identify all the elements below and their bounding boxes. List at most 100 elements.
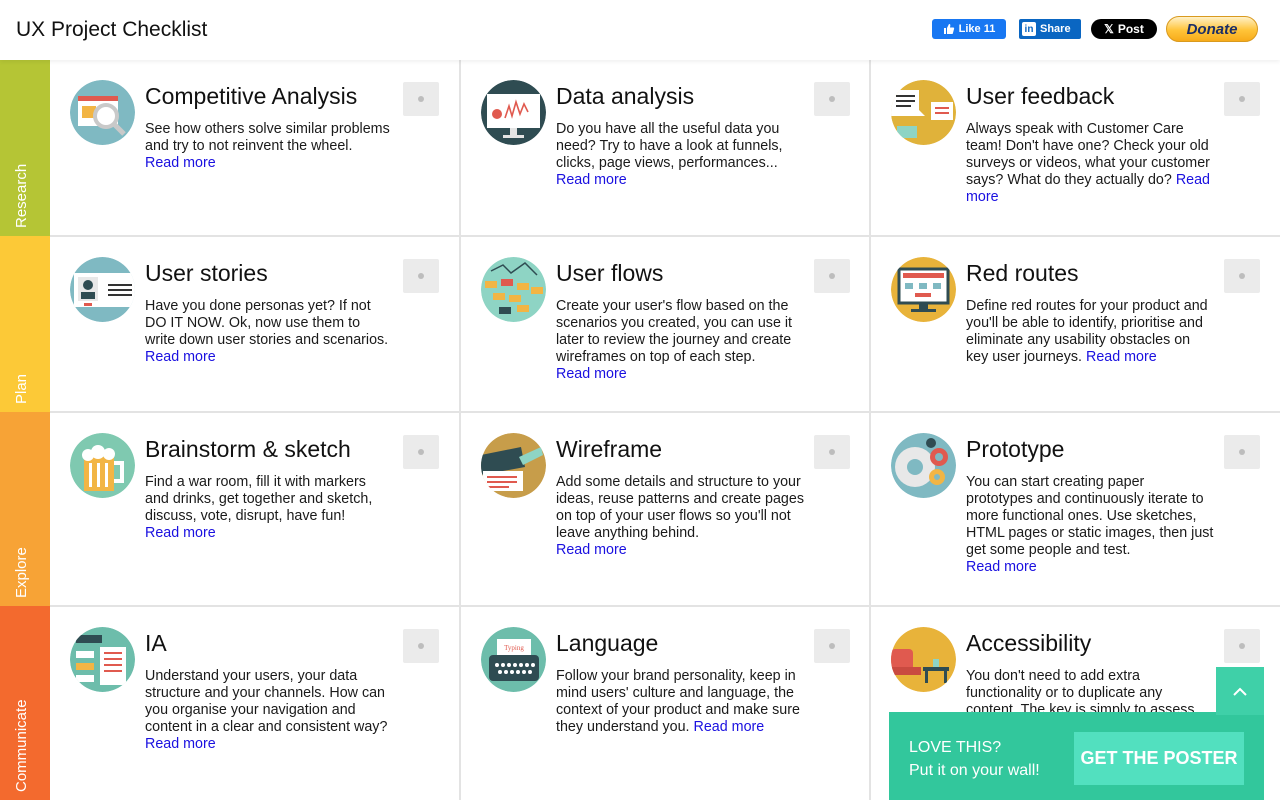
card-text: Understand your users, your data structu…: [145, 668, 388, 735]
card-wireframe: Wireframe Add some details and structure…: [461, 413, 869, 605]
card-description: Do you have all the useful data you need…: [556, 121, 804, 189]
card-text: You don't need to add extra functionalit…: [966, 668, 1195, 718]
checkbox[interactable]: [1224, 82, 1260, 116]
read-more-link[interactable]: Read more: [145, 349, 216, 365]
read-more-link[interactable]: Read more: [556, 366, 627, 382]
sitemap-icon: [70, 627, 135, 692]
share-label: Share: [1040, 23, 1071, 35]
promo-subtext: Put it on your wall!: [909, 762, 1040, 779]
header: UX Project Checklist Like 11 in Share 𝕏 …: [0, 0, 1280, 60]
scroll-to-top-button[interactable]: [1216, 667, 1264, 715]
checkbox-dot: [1239, 273, 1245, 279]
card-user-feedback: User feedback Always speak with Customer…: [871, 60, 1280, 235]
card-text: You can start creating paper prototypes …: [966, 474, 1214, 558]
card-title: IA: [145, 630, 167, 656]
read-more-link[interactable]: Read more: [1086, 349, 1157, 365]
facebook-like-button[interactable]: Like 11: [932, 19, 1006, 39]
category-label: Research: [13, 163, 30, 228]
card-language: Typing Language Follow your brand person…: [461, 607, 869, 800]
typewriter-icon: Typing: [481, 627, 546, 692]
id-card-icon: [70, 257, 135, 322]
card-description: You can start creating paper prototypes …: [966, 474, 1214, 576]
card-title: Language: [556, 630, 659, 656]
card-text: See how others solve similar problems an…: [145, 121, 390, 154]
read-more-link[interactable]: Read more: [966, 559, 1037, 575]
card-description: Define red routes for your product and y…: [966, 298, 1214, 366]
card-text: Create your user's flow based on the sce…: [556, 298, 793, 365]
checkbox-dot: [1239, 96, 1245, 102]
gears-icon: [891, 433, 956, 498]
checkbox[interactable]: [403, 82, 439, 116]
linkedin-share-button[interactable]: in Share: [1019, 19, 1081, 39]
card-title: User stories: [145, 260, 268, 286]
beer-mug-icon: [70, 433, 135, 498]
category-explore: Explore: [0, 412, 50, 606]
category-plan: Plan: [0, 236, 50, 412]
card-description: Always speak with Customer Care team! Do…: [966, 121, 1214, 206]
card-user-flows: User flows Create your user's flow based…: [461, 237, 869, 411]
poster-promo: LOVE THIS? Put it on your wall! GET THE …: [889, 712, 1264, 800]
magnifier-icon: [70, 80, 135, 145]
checkbox[interactable]: [1224, 259, 1260, 293]
checkbox[interactable]: [1224, 435, 1260, 469]
card-text: Find a war room, fill it with markers an…: [145, 474, 373, 524]
post-label: Post: [1117, 22, 1144, 36]
checkbox[interactable]: [1224, 629, 1260, 663]
card-title: Brainstorm & sketch: [145, 436, 351, 462]
category-label: Communicate: [13, 699, 30, 792]
card-competitive-analysis: Competitive Analysis See how others solv…: [50, 60, 459, 235]
x-post-button[interactable]: 𝕏 Post: [1091, 19, 1157, 39]
card-text: Do you have all the useful data you need…: [556, 121, 783, 171]
get-poster-button[interactable]: GET THE POSTER: [1074, 732, 1244, 785]
card-prototype: Prototype You can start creating paper p…: [871, 413, 1280, 605]
checkbox-dot: [1239, 449, 1245, 455]
wireframe-icon: [481, 433, 546, 498]
card-description: Have you done personas yet? If not DO IT…: [145, 298, 393, 366]
checkbox-dot: [418, 273, 424, 279]
promo-heading: LOVE THIS?: [909, 739, 1002, 756]
checkbox[interactable]: [814, 82, 850, 116]
card-title: Accessibility: [966, 630, 1092, 656]
card-red-routes: Red routes Define red routes for your pr…: [871, 237, 1280, 411]
card-text: Have you done personas yet? If not DO IT…: [145, 298, 389, 348]
card-description: Follow your brand personality, keep in m…: [556, 668, 804, 736]
category-label: Explore: [13, 547, 30, 598]
thumbs-up-icon: [943, 24, 954, 34]
checkbox[interactable]: [403, 435, 439, 469]
chevron-up-icon: [1233, 687, 1247, 696]
card-data-analysis: Data analysis Do you have all the useful…: [461, 60, 869, 235]
checkbox[interactable]: [403, 629, 439, 663]
checkbox-dot: [418, 96, 424, 102]
read-more-link[interactable]: Read more: [694, 719, 765, 735]
speech-bubble-icon: [891, 80, 956, 145]
donate-button[interactable]: Donate: [1166, 16, 1258, 42]
category-label: Plan: [13, 373, 30, 404]
card-ia: IA Understand your users, your data stru…: [50, 607, 459, 800]
typing-paper-text: Typing: [504, 644, 524, 652]
checkbox[interactable]: [403, 259, 439, 293]
read-more-link[interactable]: Read more: [556, 542, 627, 558]
checkbox-dot: [829, 96, 835, 102]
card-title: Red routes: [966, 260, 1079, 286]
checkbox[interactable]: [814, 629, 850, 663]
card-brainstorm-sketch: Brainstorm & sketch Find a war room, fil…: [50, 413, 459, 605]
x-logo-icon: 𝕏: [1104, 22, 1114, 36]
card-description: Create your user's flow based on the sce…: [556, 298, 804, 383]
flowchart-icon: [481, 257, 546, 322]
checkbox-dot: [418, 643, 424, 649]
screen-routes-icon: [891, 257, 956, 322]
checkbox[interactable]: [814, 435, 850, 469]
read-more-link[interactable]: Read more: [145, 736, 216, 752]
checkbox[interactable]: [814, 259, 850, 293]
checkbox-dot: [418, 449, 424, 455]
checklist-grid: Competitive Analysis See how others solv…: [50, 60, 1280, 800]
card-description: See how others solve similar problems an…: [145, 121, 393, 172]
armchair-icon: [891, 627, 956, 692]
checkbox-dot: [829, 643, 835, 649]
card-text: Add some details and structure to your i…: [556, 474, 804, 541]
card-description: Find a war room, fill it with markers an…: [145, 474, 393, 542]
category-communicate: Communicate: [0, 606, 50, 800]
read-more-link[interactable]: Read more: [145, 525, 216, 541]
read-more-link[interactable]: Read more: [145, 155, 216, 171]
read-more-link[interactable]: Read more: [556, 172, 627, 188]
